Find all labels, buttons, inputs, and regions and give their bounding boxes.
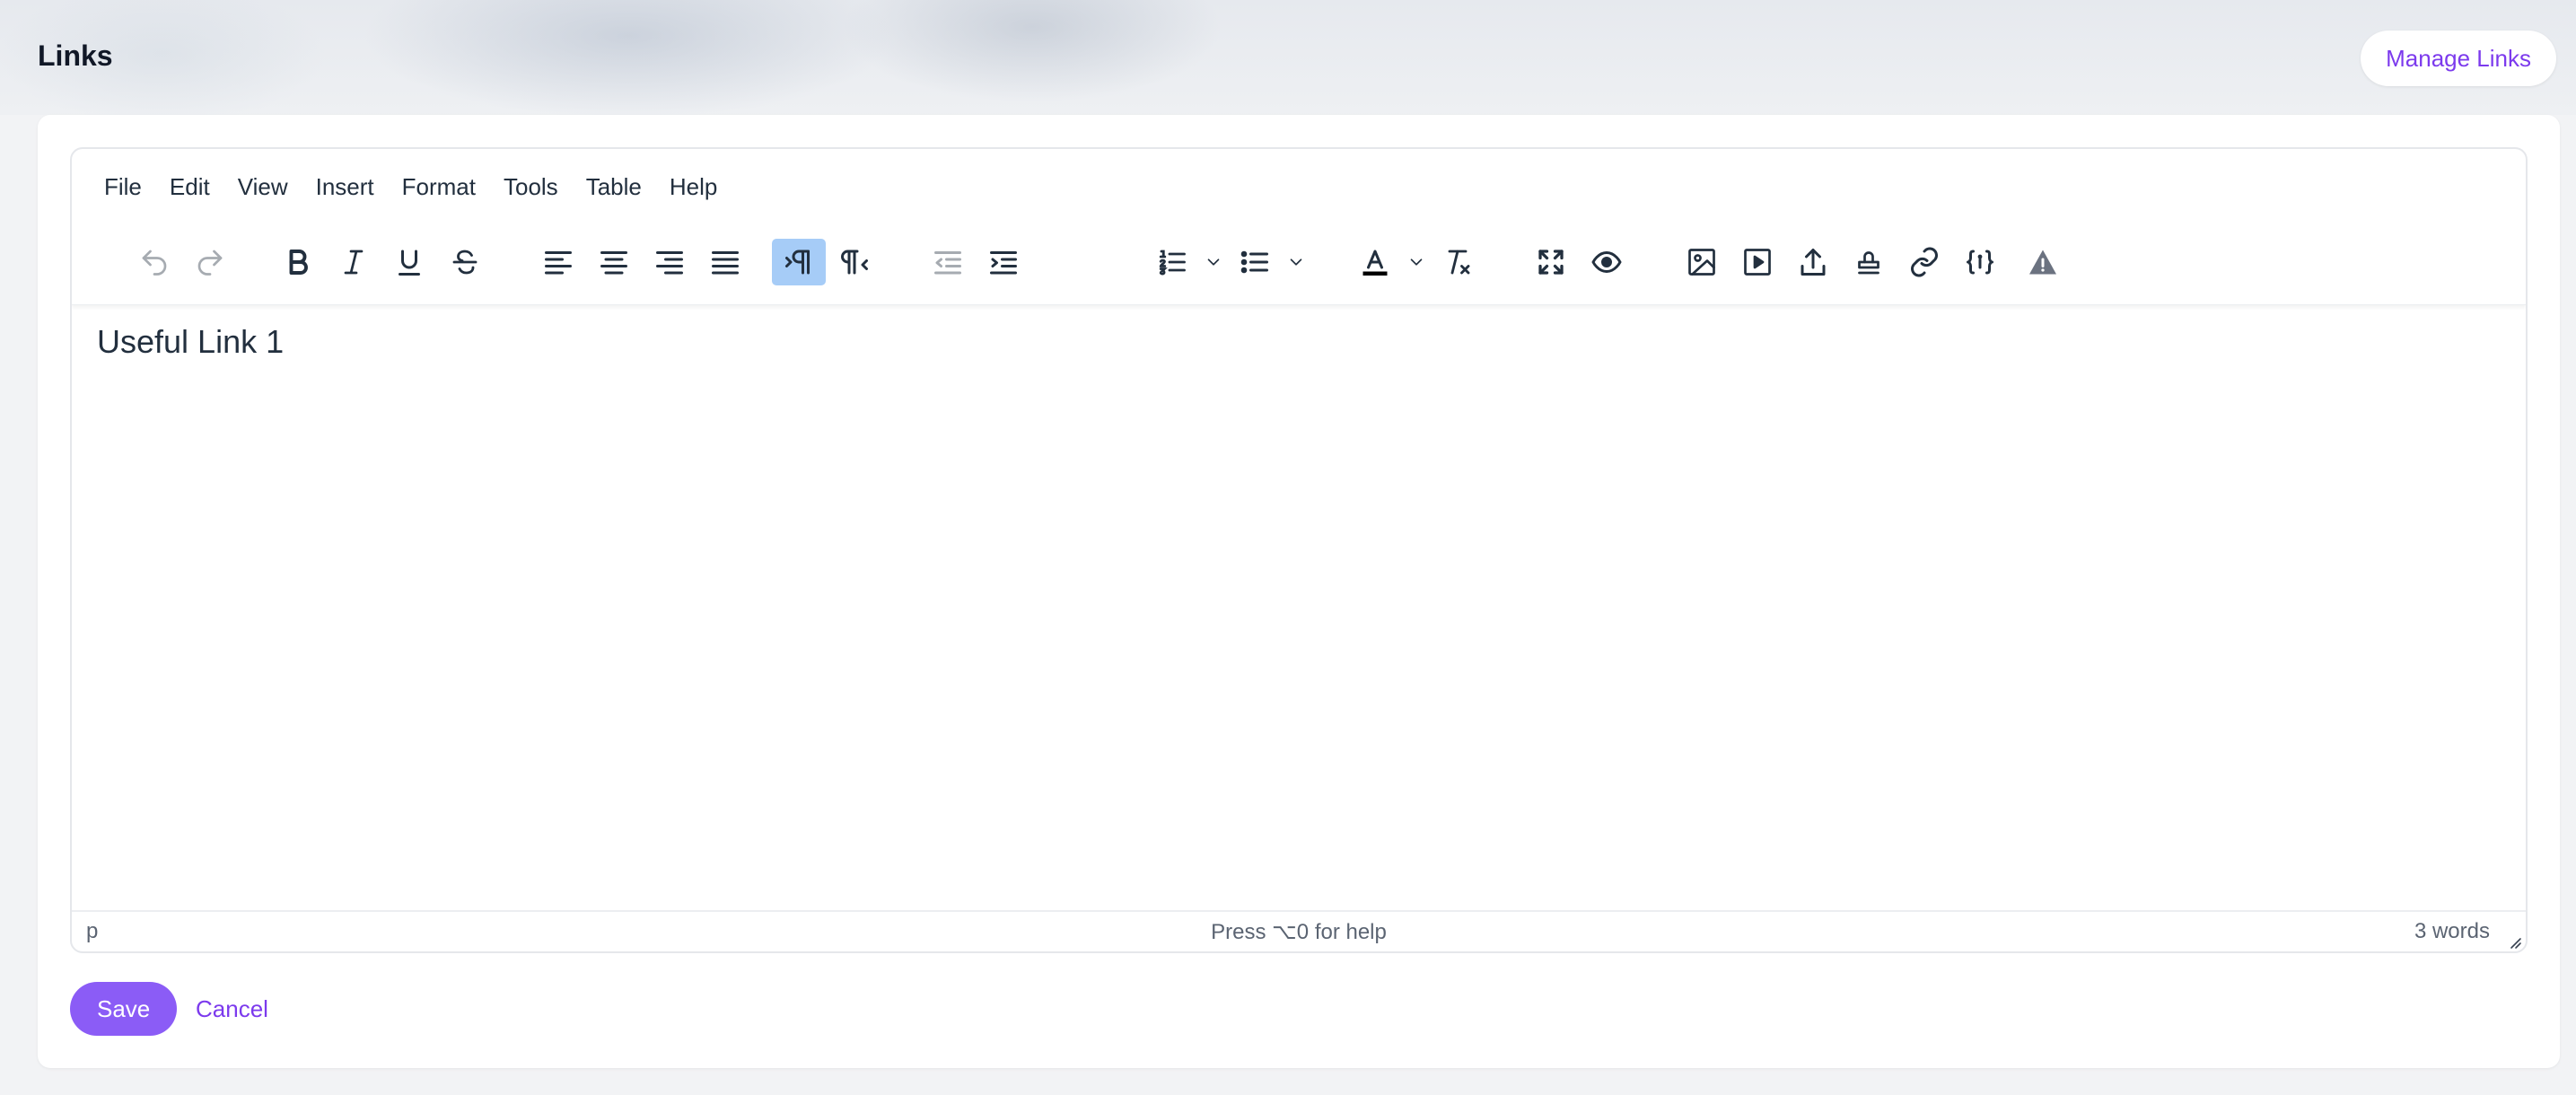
italic-icon — [344, 250, 364, 275]
align-center-icon — [600, 251, 627, 275]
bold-icon — [289, 250, 308, 275]
content-paragraph[interactable]: Useful Link 1 — [97, 323, 2501, 361]
image-button[interactable] — [1675, 239, 1729, 285]
upload-button[interactable] — [1786, 239, 1840, 285]
ltr-button[interactable] — [772, 239, 826, 285]
bullet-list-icon — [1240, 250, 1268, 274]
editor-content-area[interactable]: Useful Link 1 — [72, 307, 2526, 910]
redo-button[interactable] — [183, 239, 237, 285]
link-button[interactable] — [1897, 239, 1951, 285]
align-center-button[interactable] — [587, 239, 641, 285]
rtl-icon — [841, 250, 868, 275]
word-count[interactable]: 3 words — [2414, 919, 2490, 944]
italic-button[interactable] — [327, 239, 381, 285]
menu-tools[interactable]: Tools — [504, 173, 558, 201]
redo-icon — [197, 250, 223, 276]
fullscreen-icon — [1538, 250, 1564, 275]
preview-icon — [1591, 251, 1622, 273]
align-right-button[interactable] — [643, 239, 697, 285]
warning-button[interactable] — [2016, 239, 2070, 285]
manage-links-button[interactable]: Manage Links — [2361, 31, 2556, 86]
numbered-list-dropdown[interactable] — [1201, 239, 1226, 285]
header-background — [0, 0, 2576, 115]
menu-format[interactable]: Format — [402, 173, 476, 201]
chevron-down-icon — [1207, 258, 1220, 266]
image-icon — [1688, 249, 1715, 276]
strikethrough-icon — [452, 250, 478, 275]
clear-formatting-button[interactable] — [1431, 239, 1485, 285]
indent-icon — [990, 251, 1017, 275]
link-icon — [1911, 247, 1938, 277]
warning-icon — [2029, 250, 2056, 275]
template-button[interactable] — [1953, 239, 2007, 285]
resize-handle-icon[interactable] — [2504, 932, 2522, 950]
underline-button[interactable] — [382, 239, 436, 285]
bold-button[interactable] — [271, 239, 325, 285]
ltr-icon — [785, 250, 810, 275]
bullet-list-button[interactable] — [1228, 239, 1282, 285]
media-icon — [1744, 249, 1771, 276]
save-button[interactable]: Save — [70, 982, 178, 1036]
page-title: Links — [38, 39, 113, 72]
undo-button[interactable] — [127, 239, 181, 285]
menu-help[interactable]: Help — [670, 173, 717, 201]
outdent-button[interactable] — [921, 239, 975, 285]
strikethrough-button[interactable] — [438, 239, 492, 285]
underline-icon — [399, 250, 420, 276]
numbered-list-icon — [1159, 250, 1186, 276]
editor-card: File Edit View Insert Format Tools Table… — [38, 115, 2560, 1068]
upload-icon — [1801, 249, 1826, 276]
outdent-icon — [934, 251, 961, 275]
justify-icon — [712, 251, 739, 275]
preview-button[interactable] — [1580, 239, 1634, 285]
editor-statusbar: p Press ⌥0 for help 3 words — [72, 910, 2526, 951]
bullet-list-dropdown[interactable] — [1284, 239, 1309, 285]
numbered-list-button[interactable] — [1145, 239, 1199, 285]
template-icon — [1967, 250, 1993, 275]
stamp-icon — [1858, 251, 1879, 275]
undo-icon — [142, 250, 167, 276]
align-right-icon — [656, 251, 683, 275]
fullscreen-button[interactable] — [1524, 239, 1578, 285]
editor-menubar: File Edit View Insert Format Tools Table… — [72, 149, 2526, 224]
editor-toolbar — [72, 224, 2526, 305]
chevron-down-icon — [1290, 258, 1302, 266]
text-color-icon — [1362, 250, 1388, 276]
menu-file[interactable]: File — [104, 173, 142, 201]
text-color-dropdown[interactable] — [1404, 239, 1429, 285]
menu-insert[interactable]: Insert — [316, 173, 374, 201]
menu-edit[interactable]: Edit — [170, 173, 210, 201]
indent-button[interactable] — [977, 239, 1030, 285]
rich-text-editor: File Edit View Insert Format Tools Table… — [70, 147, 2528, 953]
clear-formatting-icon — [1448, 250, 1470, 275]
menu-view[interactable]: View — [238, 173, 288, 201]
help-hint: Press ⌥0 for help — [1211, 920, 1387, 944]
menu-table[interactable]: Table — [586, 173, 642, 201]
cancel-button[interactable]: Cancel — [196, 982, 268, 1036]
justify-button[interactable] — [698, 239, 752, 285]
align-left-icon — [545, 251, 572, 275]
rtl-button[interactable] — [828, 239, 881, 285]
align-left-button[interactable] — [531, 239, 585, 285]
stamp-button[interactable] — [1842, 239, 1896, 285]
chevron-down-icon — [1410, 258, 1423, 266]
media-button[interactable] — [1730, 239, 1784, 285]
text-color-button[interactable] — [1348, 239, 1402, 285]
